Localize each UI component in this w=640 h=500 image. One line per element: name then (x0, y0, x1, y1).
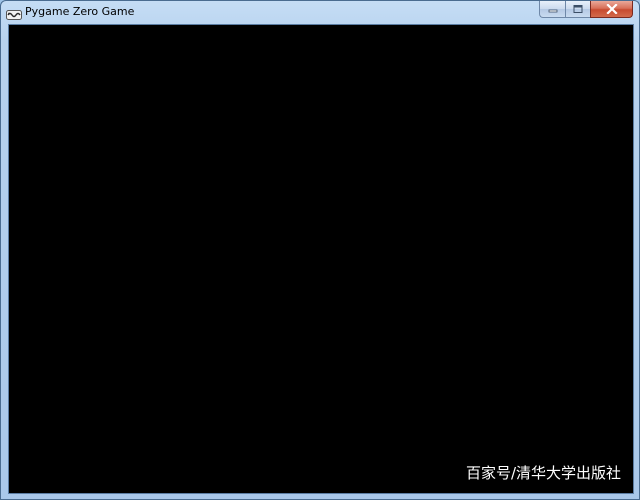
minimize-icon (548, 9, 557, 13)
game-canvas[interactable]: 百家号/清华大学出版社 (8, 24, 634, 494)
watermark-text: 百家号/清华大学出版社 (465, 464, 621, 482)
maximize-button[interactable] (565, 1, 590, 18)
caption-buttons (539, 1, 633, 19)
close-button[interactable] (590, 1, 633, 18)
title-bar[interactable]: Pygame Zero Game (1, 1, 639, 23)
maximize-icon (573, 5, 583, 13)
game-window: Pygame Zero Game 百家号/清华大学出版社 (0, 0, 640, 500)
window-title: Pygame Zero Game (25, 5, 135, 18)
pygame-snake-icon[interactable] (6, 6, 22, 20)
close-icon (605, 4, 618, 14)
minimize-button[interactable] (539, 1, 565, 18)
